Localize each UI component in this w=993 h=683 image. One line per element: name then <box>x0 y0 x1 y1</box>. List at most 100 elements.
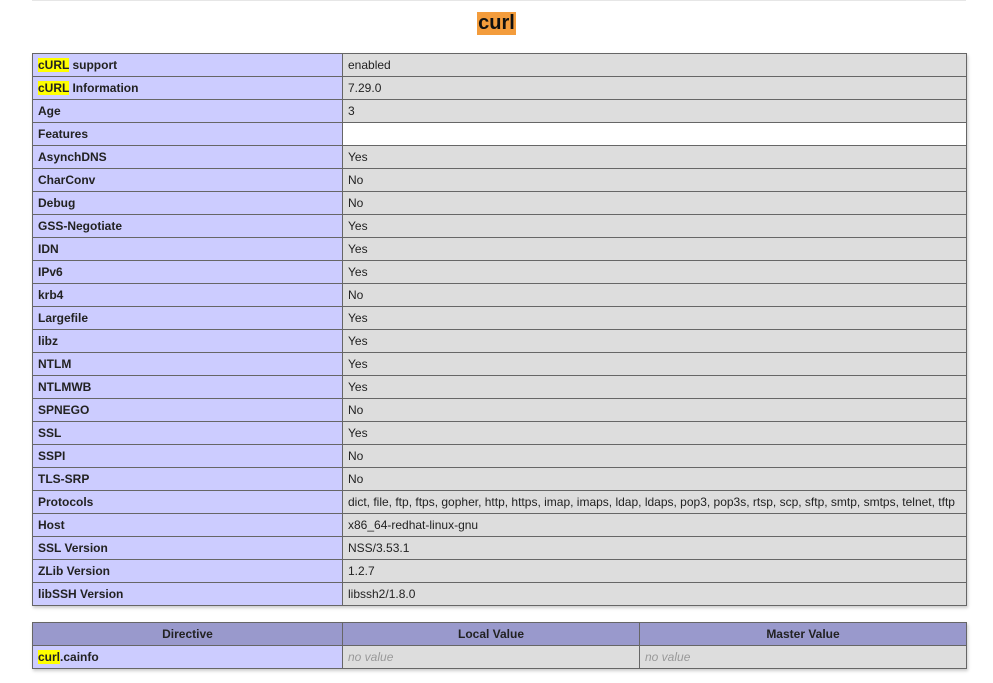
row-label-text: GSS-Negotiate <box>38 219 123 233</box>
table-row: Age 3 <box>32 99 967 123</box>
table-row: TLS-SRP No <box>32 467 967 491</box>
local-value-cell: no value <box>342 645 640 669</box>
row-value: libssh2/1.8.0 <box>342 582 967 606</box>
directive-header-row: Directive Local Value Master Value <box>32 622 967 646</box>
row-value: Yes <box>342 214 967 238</box>
row-label-text: support <box>69 58 118 72</box>
table-row: Debug No <box>32 191 967 215</box>
row-label-text: libSSH Version <box>38 587 124 601</box>
row-label: libz <box>32 329 343 353</box>
table-row: NTLMWB Yes <box>32 375 967 399</box>
row-label: SSL <box>32 421 343 445</box>
row-label-text: SSPI <box>38 449 66 463</box>
directive-column-header: Directive <box>32 622 343 646</box>
row-label-text: Features <box>38 127 89 141</box>
search-highlight: cURL <box>38 58 70 72</box>
table-row: SSL Version NSS/3.53.1 <box>32 536 967 560</box>
row-label: SSL Version <box>32 536 343 560</box>
row-label: CharConv <box>32 168 343 192</box>
table-row: libSSH Version libssh2/1.8.0 <box>32 582 967 606</box>
table-row: cURL Information 7.29.0 <box>32 76 967 100</box>
row-label: krb4 <box>32 283 343 307</box>
row-value: enabled <box>342 53 967 77</box>
row-label: Protocols <box>32 490 343 514</box>
row-value: x86_64-redhat-linux-gnu <box>342 513 967 537</box>
row-value: No <box>342 168 967 192</box>
table-row: IDN Yes <box>32 237 967 261</box>
local-value: no value <box>348 650 394 664</box>
curl-directive-table: Directive Local Value Master Value curl.… <box>32 622 967 669</box>
row-value: Yes <box>342 352 967 376</box>
master-value-cell: no value <box>639 645 967 669</box>
table-row: krb4 No <box>32 283 967 307</box>
row-label: AsynchDNS <box>32 145 343 169</box>
table-row: Largefile Yes <box>32 306 967 330</box>
row-value <box>342 122 967 146</box>
row-label: cURL Information <box>32 76 343 100</box>
table-row: libz Yes <box>32 329 967 353</box>
table-row: SPNEGO No <box>32 398 967 422</box>
row-label-text: NTLM <box>38 357 72 371</box>
row-label-text: Information <box>69 81 139 95</box>
search-highlight: cURL <box>38 81 70 95</box>
row-label-text: ZLib Version <box>38 564 111 578</box>
directive-row: curl.cainfo no value no value <box>32 645 967 669</box>
row-label: Debug <box>32 191 343 215</box>
table-row: cURL support enabled <box>32 53 967 77</box>
table-row: CharConv No <box>32 168 967 192</box>
row-value: dict, file, ftp, ftps, gopher, http, htt… <box>342 490 967 514</box>
directive-name: curl.cainfo <box>32 645 343 669</box>
row-value: No <box>342 191 967 215</box>
row-label: NTLMWB <box>32 375 343 399</box>
table-row: Protocols dict, file, ftp, ftps, gopher, … <box>32 490 967 514</box>
table-row: Features <box>32 122 967 146</box>
row-value: 1.2.7 <box>342 559 967 583</box>
table-row: GSS-Negotiate Yes <box>32 214 967 238</box>
row-label: Host <box>32 513 343 537</box>
table-row: Host x86_64-redhat-linux-gnu <box>32 513 967 537</box>
row-value: No <box>342 444 967 468</box>
table-row: NTLM Yes <box>32 352 967 376</box>
row-label: ZLib Version <box>32 559 343 583</box>
table-row: SSPI No <box>32 444 967 468</box>
row-label-text: Age <box>38 104 61 118</box>
row-label: IDN <box>32 237 343 261</box>
row-label-text: IDN <box>38 242 59 256</box>
row-label-text: NTLMWB <box>38 380 92 394</box>
row-label: TLS-SRP <box>32 467 343 491</box>
row-value: No <box>342 467 967 491</box>
row-label-text: SSL Version <box>38 541 108 555</box>
search-highlight: curl <box>38 650 61 664</box>
row-label-text: Host <box>38 518 65 532</box>
row-label-text: AsynchDNS <box>38 150 107 164</box>
master-value-column-header: Master Value <box>639 622 967 646</box>
row-label: GSS-Negotiate <box>32 214 343 238</box>
row-label-text: Largefile <box>38 311 89 325</box>
row-label-text: Debug <box>38 196 76 210</box>
row-label: SPNEGO <box>32 398 343 422</box>
row-label-text: libz <box>38 334 58 348</box>
row-label: SSPI <box>32 444 343 468</box>
module-header: curl <box>0 12 993 35</box>
row-label: Largefile <box>32 306 343 330</box>
row-value: No <box>342 283 967 307</box>
master-value: no value <box>645 650 691 664</box>
row-label-text: TLS-SRP <box>38 472 90 486</box>
table-row: IPv6 Yes <box>32 260 967 284</box>
row-value: NSS/3.53.1 <box>342 536 967 560</box>
row-label-text: krb4 <box>38 288 64 302</box>
row-label: IPv6 <box>32 260 343 284</box>
row-label-text: IPv6 <box>38 265 63 279</box>
row-label-text: SSL <box>38 426 62 440</box>
row-label: Age <box>32 99 343 123</box>
row-value: Yes <box>342 421 967 445</box>
row-value: No <box>342 398 967 422</box>
table-row: ZLib Version 1.2.7 <box>32 559 967 583</box>
curl-support-table: cURL support enabled cURL Information 7.29.… <box>32 53 967 606</box>
row-value: Yes <box>342 375 967 399</box>
table-row: SSL Yes <box>32 421 967 445</box>
row-label-text: CharConv <box>38 173 96 187</box>
top-divider <box>32 0 966 1</box>
row-value: 7.29.0 <box>342 76 967 100</box>
row-label: libSSH Version <box>32 582 343 606</box>
